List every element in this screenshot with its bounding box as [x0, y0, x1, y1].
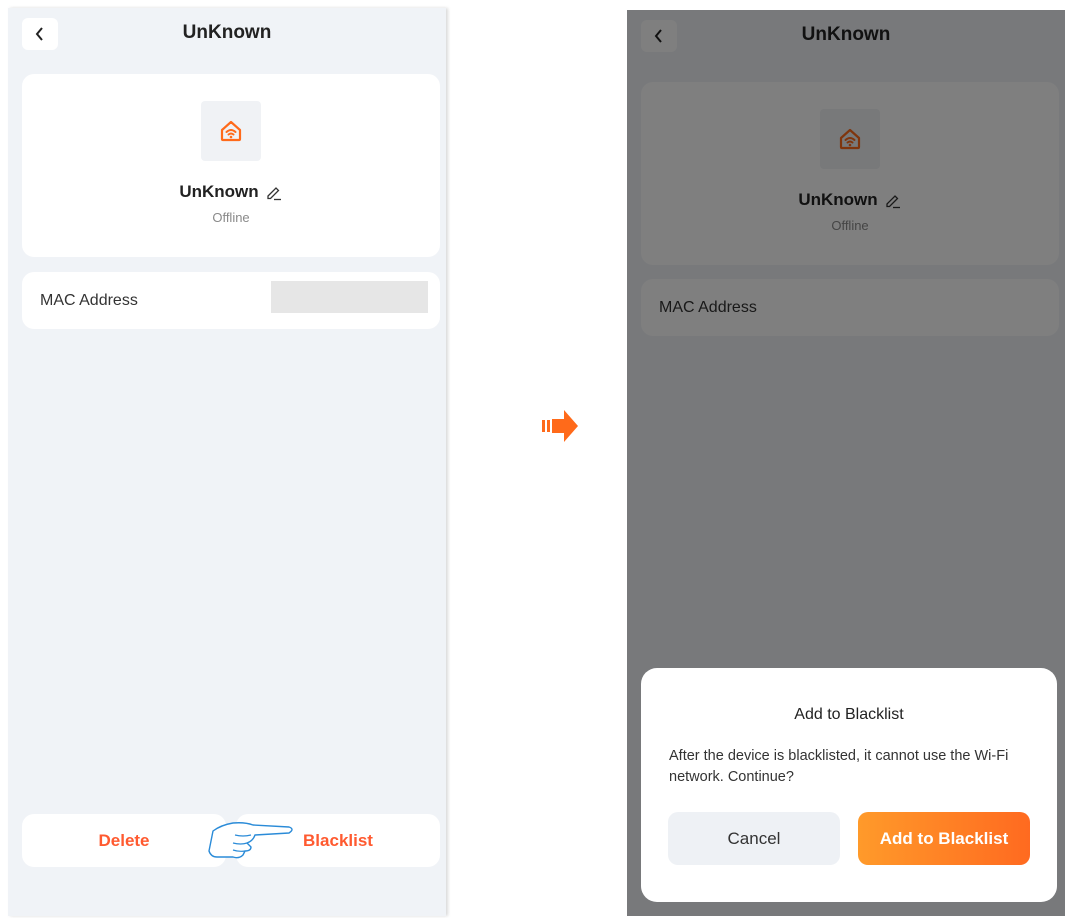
- top-bar: UnKnown: [8, 8, 446, 60]
- dialog-title: Add to Blacklist: [794, 706, 904, 723]
- pointing-hand-icon: [208, 822, 293, 859]
- home-wifi-icon: [220, 120, 242, 142]
- device-detail-screen: UnKnown UnKnown Offline MAC Address Dele…: [8, 8, 446, 916]
- device-icon-box: [201, 101, 261, 161]
- device-status: Offline: [212, 210, 250, 225]
- blacklist-dialog: Add to Blacklist After the device is bla…: [641, 668, 1057, 902]
- blacklist-confirm-screen: UnKnown UnKnown Offline MAC Address Add …: [627, 10, 1065, 916]
- mac-address-row: MAC Address: [22, 272, 440, 329]
- dialog-message: After the device is blacklisted, it cann…: [669, 748, 1009, 785]
- arrow-right-icon: [542, 410, 578, 442]
- device-card: UnKnown Offline: [22, 74, 440, 257]
- edit-icon[interactable]: [265, 183, 283, 201]
- cancel-button[interactable]: Cancel: [668, 812, 840, 865]
- page-title: UnKnown: [182, 22, 272, 43]
- mac-address-label: MAC Address: [40, 292, 138, 309]
- add-to-blacklist-button[interactable]: Add to Blacklist: [858, 812, 1030, 865]
- mac-address-value-redacted: [271, 281, 428, 313]
- device-name-row: UnKnown: [22, 182, 440, 202]
- device-name: UnKnown: [179, 182, 259, 201]
